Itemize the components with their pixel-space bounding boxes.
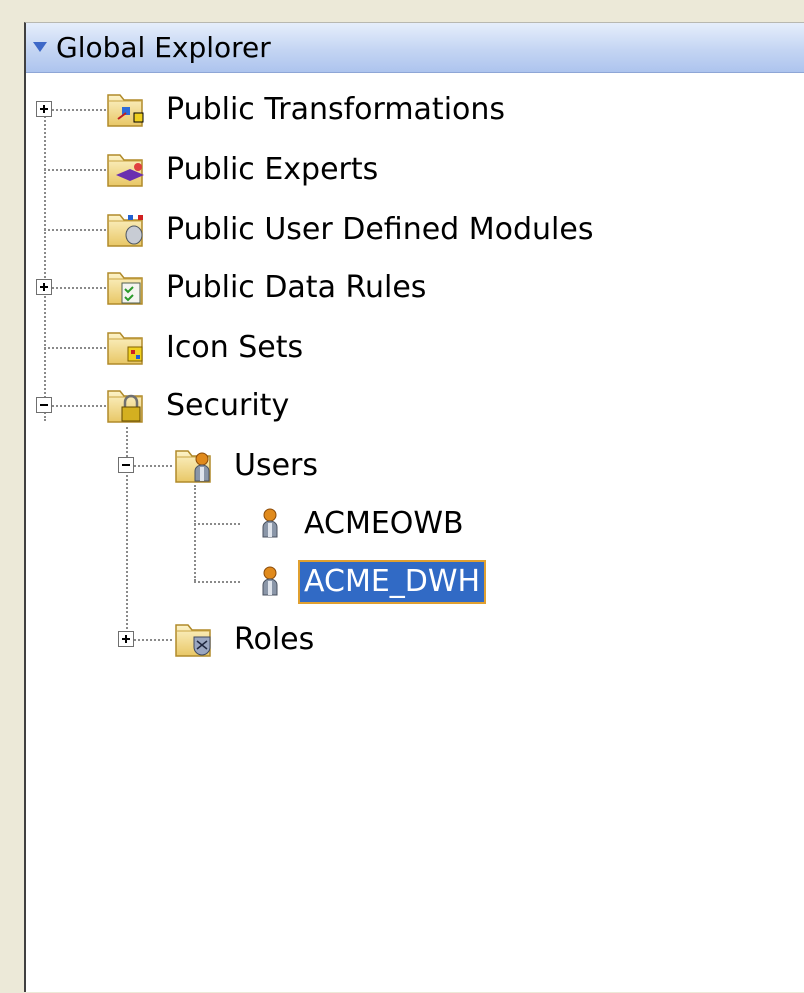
tree-node-icon-sets[interactable]: Icon Sets <box>104 323 307 373</box>
icon-sets-folder-icon <box>104 323 162 373</box>
collapse-toggle-security[interactable] <box>36 397 52 413</box>
panel-header[interactable]: Global Explorer <box>26 23 804 73</box>
expand-toggle-public-data-rules[interactable] <box>36 279 52 295</box>
transformations-folder-icon <box>104 85 162 135</box>
users-folder-icon <box>172 441 230 491</box>
tree-label: Icon Sets <box>166 330 304 365</box>
expand-toggle-roles[interactable] <box>118 631 134 647</box>
user-icon <box>240 557 300 607</box>
tree-node-users[interactable]: Users <box>172 441 322 491</box>
expand-toggle-public-transformations[interactable] <box>36 101 52 117</box>
collapse-triangle-icon[interactable] <box>33 42 47 52</box>
roles-folder-icon <box>172 615 230 665</box>
tree-node-public-user-defined-modules[interactable]: Public User Defined Modules <box>104 205 597 255</box>
security-folder-icon <box>104 381 162 431</box>
global-explorer-panel: Global Explorer Public Transformations P… <box>24 22 804 992</box>
explorer-tree: Public Transformations Public Experts Pu… <box>26 73 804 993</box>
tree-node-public-transformations[interactable]: Public Transformations <box>104 85 509 135</box>
tree-node-user-acme-dwh[interactable]: ACME_DWH <box>240 557 487 607</box>
tree-node-security[interactable]: Security <box>104 381 293 431</box>
tree-label: Public Data Rules <box>166 270 427 305</box>
data-rules-folder-icon <box>104 263 162 313</box>
tree-node-public-experts[interactable]: Public Experts <box>104 145 382 195</box>
tree-node-user-acmeowb[interactable]: ACMEOWB <box>240 499 468 549</box>
collapse-toggle-users[interactable] <box>118 457 134 473</box>
experts-folder-icon <box>104 145 162 195</box>
tree-label: Users <box>234 448 319 483</box>
tree-label: Public User Defined Modules <box>166 212 594 247</box>
tree-node-public-data-rules[interactable]: Public Data Rules <box>104 263 430 313</box>
tree-node-roles[interactable]: Roles <box>172 615 318 665</box>
tree-label-selected: ACME_DWH <box>297 560 487 604</box>
tree-label: ACMEOWB <box>304 506 464 541</box>
tree-label: Public Transformations <box>166 92 506 127</box>
panel-title: Global Explorer <box>56 31 271 64</box>
tree-label: Security <box>166 388 290 423</box>
user-icon <box>240 499 300 549</box>
modules-folder-icon <box>104 205 162 255</box>
tree-label: Roles <box>234 622 315 657</box>
tree-label: Public Experts <box>166 152 379 187</box>
